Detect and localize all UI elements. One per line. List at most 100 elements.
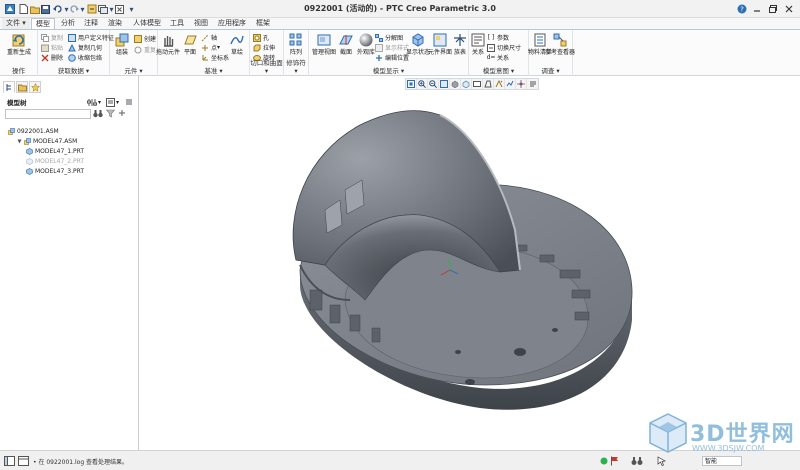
tab-file[interactable]: 文件 ▾ [2,18,30,29]
tab-annotate[interactable]: 注释 [80,18,102,29]
saved-orientations-icon[interactable] [461,79,472,89]
repaint-icon[interactable] [439,79,450,89]
bom-button[interactable]: 物料清单 [528,32,552,64]
save-icon[interactable] [40,3,51,15]
shrinkwrap-button[interactable]: 收缩包络 [68,53,102,62]
help-icon[interactable]: ? [735,2,749,15]
switch-dimensions-button[interactable]: 切换尺寸 [487,43,521,52]
tree-item[interactable]: MODEL47.ASM [8,136,136,146]
title-bar: ▾ ▾ ▾ ▾ 0922001 (活动的) - PTC Creo Paramet… [0,0,800,18]
tab-framework[interactable]: 框架 [252,18,274,29]
tab-analysis[interactable]: 分析 [57,18,79,29]
zoom-out-icon[interactable] [428,79,439,89]
assemble-button[interactable]: 组装 [111,32,133,64]
selection-filter-dropdown[interactable]: 智能 [702,456,742,466]
toggle-navigator-icon[interactable] [3,455,15,467]
edit-position-button[interactable]: 编辑位置 [375,53,409,62]
udf-button[interactable]: 用户定义特征 [68,33,114,42]
copy-geometry-button[interactable]: 复制几何 [68,43,102,52]
restore-button[interactable] [766,2,780,15]
exploded-view-button[interactable]: 分解图 [375,33,403,42]
relations-small-button[interactable]: d= 关系 [487,53,509,62]
group-model-intent-label: 模型意图 ▾ [482,67,515,75]
tree-menu-icon[interactable] [125,97,133,107]
datum-display-filters-icon[interactable] [494,79,505,89]
group-get-data-label: 获取数据 ▾ [57,67,90,75]
close-window-icon[interactable] [114,3,125,15]
regenerate-quick-icon[interactable] [86,3,97,15]
close-button[interactable] [782,2,796,15]
element-interface-button[interactable]: 元件界面 [428,32,452,64]
axis-button[interactable]: 轴 [201,33,217,42]
display-style-small-button[interactable]: 显示样式 [375,43,409,52]
refit-icon[interactable] [406,79,417,89]
tree-item[interactable]: MODEL47_1.PRT [8,146,136,156]
display-style-icon[interactable] [450,79,461,89]
group-model-display: 管理视图 截面 外观库 分解图 显示样式 编辑位置 显示状态 元件界面 族表 模… [309,30,469,76]
tab-view[interactable]: 视图 [190,18,212,29]
toggle-browser-icon[interactable] [17,455,29,467]
model-tree-header: 模型树 ▾ ▾ [3,96,136,108]
hole-button[interactable]: 孔 [253,33,269,42]
folder-browser-tab-icon[interactable] [16,81,28,93]
tree-show-icon[interactable]: ▾ [106,97,119,107]
coord-system-button[interactable]: 坐标系 [201,53,229,62]
tree-item[interactable]: MODEL47_2.PRT [8,156,136,166]
annotation-orientation-icon[interactable] [527,79,538,89]
zoom-in-icon[interactable] [417,79,428,89]
favorites-tab-icon[interactable] [29,81,41,93]
group-model-display-label: 模型显示 ▾ [372,67,405,75]
assembly-icon [8,127,15,135]
graphics-window[interactable] [140,91,800,450]
group-modifiers-text: 修饰符 [286,59,306,67]
assemble-label: 组装 [115,49,128,56]
new-file-icon[interactable] [18,3,29,15]
point-button[interactable]: 点 ▾ [201,43,220,52]
copy-geometry-label: 复制几何 [78,45,103,52]
add-column-icon[interactable] [118,109,126,120]
display-state-button[interactable]: 显示状态 [406,32,430,64]
sketch-button[interactable]: 草绘 [226,32,248,64]
customize-quick-access-icon[interactable]: ▾ [126,3,137,15]
tab-render[interactable]: 渲染 [104,18,126,29]
spin-center-icon[interactable] [516,79,527,89]
regenerate-button[interactable]: 重新生成 [7,32,31,64]
copy-button[interactable]: 复制 [41,33,63,42]
plane-button[interactable]: 平面 [179,32,201,64]
create-button[interactable]: 创建 [134,34,156,43]
section-icon [338,32,354,48]
model-tree-tab-icon[interactable] [3,81,15,93]
tab-manikin[interactable]: 人体模型 [129,18,165,29]
svg-text:?: ? [740,5,744,13]
appearance-gallery-label: 外观库 [356,49,375,56]
view-manager-icon[interactable] [472,79,483,89]
open-folder-icon[interactable] [29,3,40,15]
extrude-button[interactable]: 拉伸 [253,43,275,52]
perspective-icon[interactable] [483,79,494,89]
minimize-button[interactable] [750,2,764,15]
tab-applications[interactable]: 应用程序 [214,18,250,29]
delete-button[interactable]: 删除 [41,53,63,62]
reference-viewer-button[interactable]: 参考查看器 [545,32,575,64]
paste-button[interactable]: 粘贴 [41,43,63,52]
tab-tools[interactable]: 工具 [166,18,188,29]
tree-item[interactable]: MODEL47_3.PRT [8,166,136,176]
find-icon[interactable] [630,455,644,467]
repeat-button[interactable]: 重复 [134,45,156,54]
bom-icon [532,32,548,48]
tree-search-input[interactable] [5,109,91,119]
appearance-gallery-button[interactable]: 外观库 [355,32,377,64]
tree-settings-icon[interactable]: ▾ [87,97,101,107]
drag-components-button[interactable]: 拖动元件 [156,32,180,64]
expand-arrow-icon[interactable] [17,138,22,145]
parameters-button[interactable]: [ ] 参数 [487,33,509,42]
section-button[interactable]: 截面 [335,32,357,64]
flag-icon[interactable] [608,455,620,467]
filter-icon[interactable] [105,109,116,120]
tree-item[interactable]: 0922001.ASM [8,126,136,136]
annotation-display-icon[interactable] [505,79,516,89]
group-investigate-text: 调查 [541,67,555,75]
selection-tool-icon[interactable] [655,455,669,467]
binoculars-icon[interactable] [93,109,103,120]
manage-views-button[interactable]: 管理视图 [312,32,336,64]
